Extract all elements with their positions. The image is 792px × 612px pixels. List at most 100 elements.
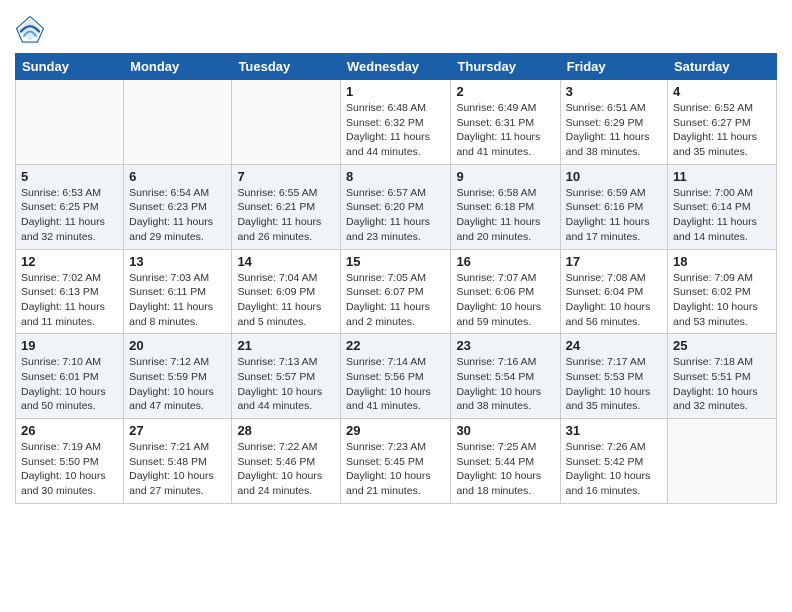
day-info: Sunrise: 6:59 AM Sunset: 6:16 PM Dayligh… bbox=[566, 186, 662, 245]
day-number: 5 bbox=[21, 169, 118, 184]
day-number: 21 bbox=[237, 338, 335, 353]
calendar-cell: 20Sunrise: 7:12 AM Sunset: 5:59 PM Dayli… bbox=[124, 334, 232, 419]
day-info: Sunrise: 7:02 AM Sunset: 6:13 PM Dayligh… bbox=[21, 271, 118, 330]
logo bbox=[15, 15, 49, 45]
day-info: Sunrise: 7:25 AM Sunset: 5:44 PM Dayligh… bbox=[456, 440, 554, 499]
day-number: 29 bbox=[346, 423, 445, 438]
day-number: 17 bbox=[566, 254, 662, 269]
day-number: 13 bbox=[129, 254, 226, 269]
day-info: Sunrise: 7:22 AM Sunset: 5:46 PM Dayligh… bbox=[237, 440, 335, 499]
calendar-cell: 29Sunrise: 7:23 AM Sunset: 5:45 PM Dayli… bbox=[341, 419, 451, 504]
calendar-cell: 13Sunrise: 7:03 AM Sunset: 6:11 PM Dayli… bbox=[124, 249, 232, 334]
day-info: Sunrise: 6:48 AM Sunset: 6:32 PM Dayligh… bbox=[346, 101, 445, 160]
calendar-cell: 5 Sunrise: 6:53 AM Sunset: 6:25 PM Daylig… bbox=[16, 164, 124, 249]
calendar-cell bbox=[668, 419, 777, 504]
day-info: Sunrise: 7:07 AM Sunset: 6:06 PM Dayligh… bbox=[456, 271, 554, 330]
week-row-5: 26Sunrise: 7:19 AM Sunset: 5:50 PM Dayli… bbox=[16, 419, 777, 504]
day-info: Sunrise: 7:14 AM Sunset: 5:56 PM Dayligh… bbox=[346, 355, 445, 414]
calendar-cell: 17 Sunrise: 7:08 AM Sunset: 6:04 PM Dayli… bbox=[560, 249, 667, 334]
week-row-4: 19 Sunrise: 7:10 AM Sunset: 6:01 PM Dayli… bbox=[16, 334, 777, 419]
day-info: Sunrise: 7:10 AM Sunset: 6:01 PM Dayligh… bbox=[21, 355, 118, 414]
day-number: 14 bbox=[237, 254, 335, 269]
day-info: Sunrise: 6:51 AM Sunset: 6:29 PM Dayligh… bbox=[566, 101, 662, 160]
logo-icon bbox=[15, 15, 45, 45]
day-info: Sunrise: 7:16 AM Sunset: 5:54 PM Dayligh… bbox=[456, 355, 554, 414]
day-number: 7 bbox=[237, 169, 335, 184]
calendar-cell: 8 Sunrise: 6:57 AM Sunset: 6:20 PM Daylig… bbox=[341, 164, 451, 249]
calendar-cell: 30 Sunrise: 7:25 AM Sunset: 5:44 PM Dayli… bbox=[451, 419, 560, 504]
day-number: 30 bbox=[456, 423, 554, 438]
calendar-cell bbox=[16, 80, 124, 165]
week-row-3: 12 Sunrise: 7:02 AM Sunset: 6:13 PM Dayli… bbox=[16, 249, 777, 334]
day-info: Sunrise: 7:00 AM Sunset: 6:14 PM Dayligh… bbox=[673, 186, 771, 245]
day-info: Sunrise: 6:55 AM Sunset: 6:21 PM Dayligh… bbox=[237, 186, 335, 245]
day-number: 2 bbox=[456, 84, 554, 99]
day-number: 10 bbox=[566, 169, 662, 184]
day-number: 8 bbox=[346, 169, 445, 184]
day-info: Sunrise: 7:19 AM Sunset: 5:50 PM Dayligh… bbox=[21, 440, 118, 499]
calendar-cell: 27Sunrise: 7:21 AM Sunset: 5:48 PM Dayli… bbox=[124, 419, 232, 504]
day-number: 25 bbox=[673, 338, 771, 353]
calendar-cell: 3 Sunrise: 6:51 AM Sunset: 6:29 PM Daylig… bbox=[560, 80, 667, 165]
calendar-cell: 14Sunrise: 7:04 AM Sunset: 6:09 PM Dayli… bbox=[232, 249, 341, 334]
calendar-cell: 1Sunrise: 6:48 AM Sunset: 6:32 PM Daylig… bbox=[341, 80, 451, 165]
calendar-cell: 24 Sunrise: 7:17 AM Sunset: 5:53 PM Dayli… bbox=[560, 334, 667, 419]
day-number: 12 bbox=[21, 254, 118, 269]
day-header-wednesday: Wednesday bbox=[341, 54, 451, 80]
day-info: Sunrise: 7:21 AM Sunset: 5:48 PM Dayligh… bbox=[129, 440, 226, 499]
day-number: 23 bbox=[456, 338, 554, 353]
day-header-tuesday: Tuesday bbox=[232, 54, 341, 80]
calendar-cell: 2 Sunrise: 6:49 AM Sunset: 6:31 PM Daylig… bbox=[451, 80, 560, 165]
day-number: 18 bbox=[673, 254, 771, 269]
calendar-cell: 26Sunrise: 7:19 AM Sunset: 5:50 PM Dayli… bbox=[16, 419, 124, 504]
calendar-cell: 6Sunrise: 6:54 AM Sunset: 6:23 PM Daylig… bbox=[124, 164, 232, 249]
calendar-cell: 7 Sunrise: 6:55 AM Sunset: 6:21 PM Daylig… bbox=[232, 164, 341, 249]
day-info: Sunrise: 7:05 AM Sunset: 6:07 PM Dayligh… bbox=[346, 271, 445, 330]
calendar-cell: 19 Sunrise: 7:10 AM Sunset: 6:01 PM Dayli… bbox=[16, 334, 124, 419]
day-header-friday: Friday bbox=[560, 54, 667, 80]
day-number: 28 bbox=[237, 423, 335, 438]
day-number: 3 bbox=[566, 84, 662, 99]
day-number: 11 bbox=[673, 169, 771, 184]
calendar-cell bbox=[124, 80, 232, 165]
calendar-cell: 28 Sunrise: 7:22 AM Sunset: 5:46 PM Dayli… bbox=[232, 419, 341, 504]
calendar-cell: 16 Sunrise: 7:07 AM Sunset: 6:06 PM Dayli… bbox=[451, 249, 560, 334]
calendar-cell: 4 Sunrise: 6:52 AM Sunset: 6:27 PM Daylig… bbox=[668, 80, 777, 165]
day-number: 15 bbox=[346, 254, 445, 269]
day-header-monday: Monday bbox=[124, 54, 232, 80]
calendar-cell: 21 Sunrise: 7:13 AM Sunset: 5:57 PM Dayli… bbox=[232, 334, 341, 419]
day-info: Sunrise: 6:58 AM Sunset: 6:18 PM Dayligh… bbox=[456, 186, 554, 245]
day-number: 19 bbox=[21, 338, 118, 353]
day-info: Sunrise: 7:17 AM Sunset: 5:53 PM Dayligh… bbox=[566, 355, 662, 414]
day-info: Sunrise: 6:54 AM Sunset: 6:23 PM Dayligh… bbox=[129, 186, 226, 245]
day-info: Sunrise: 6:52 AM Sunset: 6:27 PM Dayligh… bbox=[673, 101, 771, 160]
day-info: Sunrise: 6:49 AM Sunset: 6:31 PM Dayligh… bbox=[456, 101, 554, 160]
calendar-cell: 10 Sunrise: 6:59 AM Sunset: 6:16 PM Dayli… bbox=[560, 164, 667, 249]
day-info: Sunrise: 7:26 AM Sunset: 5:42 PM Dayligh… bbox=[566, 440, 662, 499]
day-header-thursday: Thursday bbox=[451, 54, 560, 80]
day-info: Sunrise: 7:13 AM Sunset: 5:57 PM Dayligh… bbox=[237, 355, 335, 414]
day-number: 20 bbox=[129, 338, 226, 353]
day-info: Sunrise: 6:57 AM Sunset: 6:20 PM Dayligh… bbox=[346, 186, 445, 245]
day-header-saturday: Saturday bbox=[668, 54, 777, 80]
calendar-cell: 15 Sunrise: 7:05 AM Sunset: 6:07 PM Dayli… bbox=[341, 249, 451, 334]
calendar-cell: 12 Sunrise: 7:02 AM Sunset: 6:13 PM Dayli… bbox=[16, 249, 124, 334]
calendar-cell: 23 Sunrise: 7:16 AM Sunset: 5:54 PM Dayli… bbox=[451, 334, 560, 419]
day-number: 9 bbox=[456, 169, 554, 184]
calendar-cell bbox=[232, 80, 341, 165]
calendar-cell: 31 Sunrise: 7:26 AM Sunset: 5:42 PM Dayli… bbox=[560, 419, 667, 504]
calendar: SundayMondayTuesdayWednesdayThursdayFrid… bbox=[15, 53, 777, 504]
day-info: Sunrise: 7:08 AM Sunset: 6:04 PM Dayligh… bbox=[566, 271, 662, 330]
page: SundayMondayTuesdayWednesdayThursdayFrid… bbox=[0, 0, 792, 519]
calendar-cell: 18 Sunrise: 7:09 AM Sunset: 6:02 PM Dayli… bbox=[668, 249, 777, 334]
day-info: Sunrise: 7:09 AM Sunset: 6:02 PM Dayligh… bbox=[673, 271, 771, 330]
day-number: 4 bbox=[673, 84, 771, 99]
calendar-cell: 22Sunrise: 7:14 AM Sunset: 5:56 PM Dayli… bbox=[341, 334, 451, 419]
week-row-1: 1Sunrise: 6:48 AM Sunset: 6:32 PM Daylig… bbox=[16, 80, 777, 165]
day-number: 31 bbox=[566, 423, 662, 438]
day-number: 24 bbox=[566, 338, 662, 353]
day-number: 16 bbox=[456, 254, 554, 269]
day-info: Sunrise: 6:53 AM Sunset: 6:25 PM Dayligh… bbox=[21, 186, 118, 245]
week-row-2: 5 Sunrise: 6:53 AM Sunset: 6:25 PM Daylig… bbox=[16, 164, 777, 249]
calendar-header-row: SundayMondayTuesdayWednesdayThursdayFrid… bbox=[16, 54, 777, 80]
